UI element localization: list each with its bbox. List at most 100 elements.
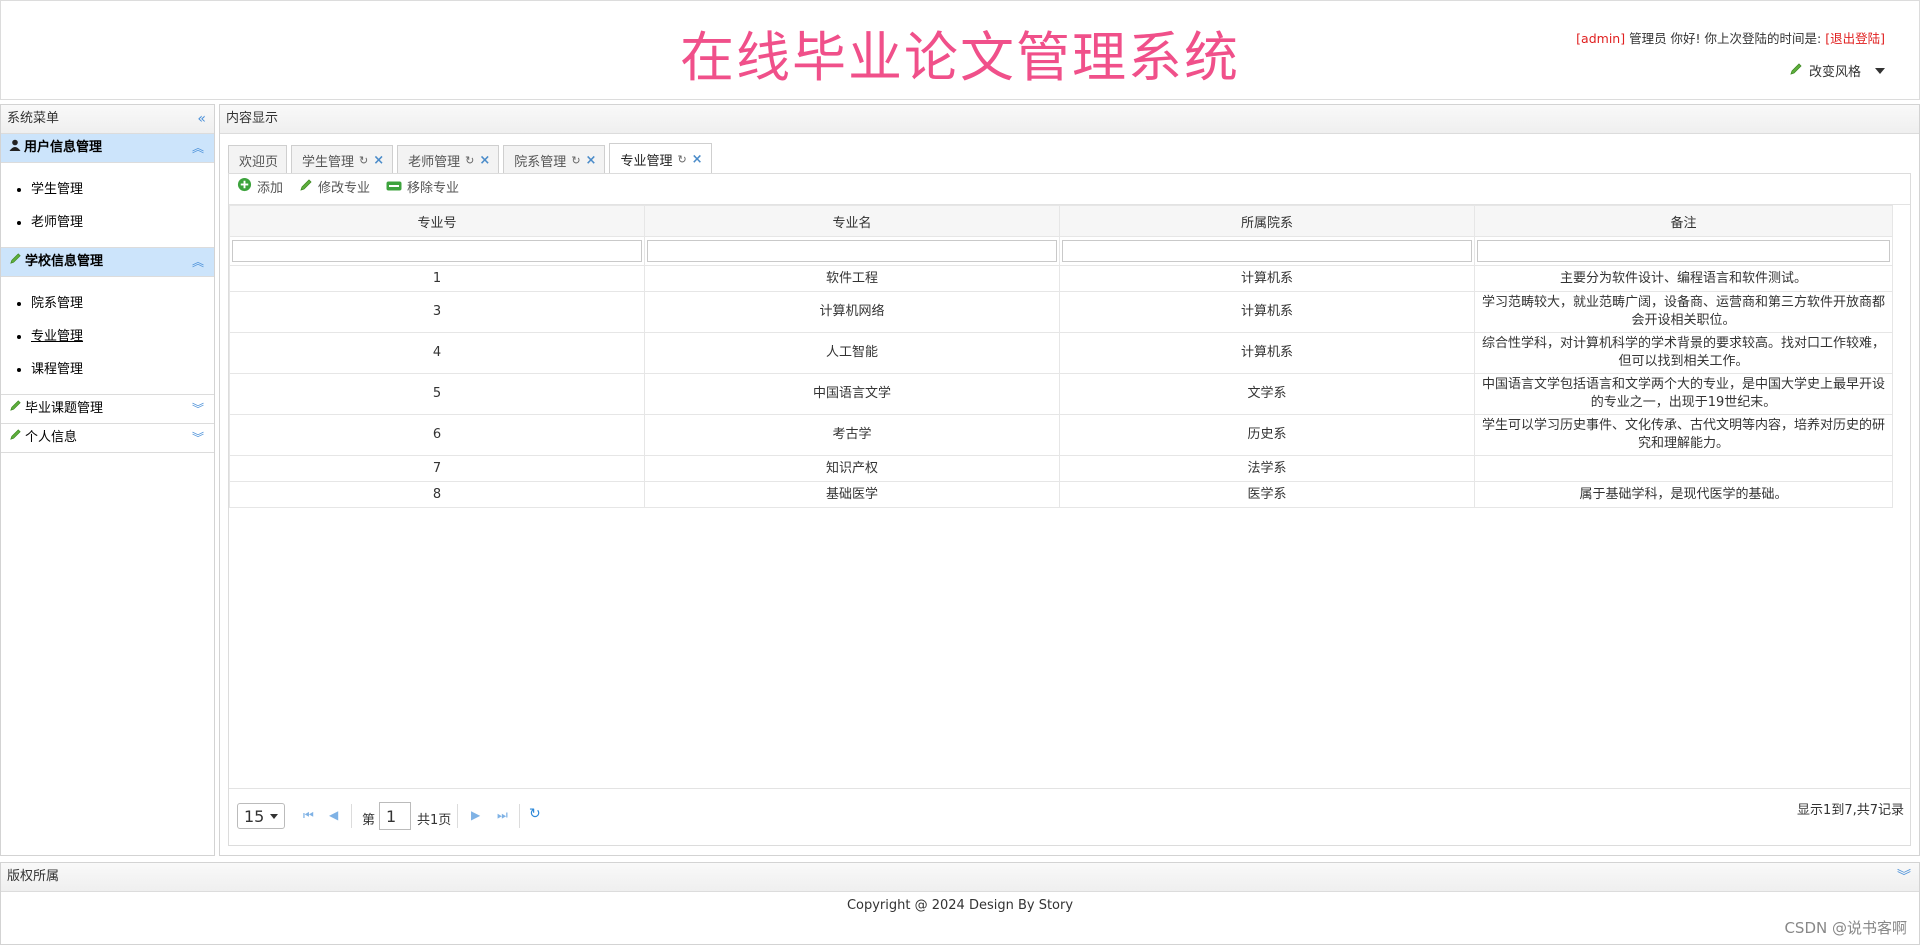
tab-welcome[interactable]: 欢迎页 <box>228 145 288 174</box>
sidebar-title: 系统菜单 <box>7 111 60 126</box>
logout-link[interactable]: [退出登陆] <box>1825 31 1885 46</box>
accordion-graduation-topics[interactable]: 毕业课题管理 ︾ <box>1 395 214 424</box>
page-number-input[interactable]: 1 <box>379 802 411 830</box>
chevron-up-icon[interactable]: ︽ <box>192 248 204 276</box>
accordion-school-info[interactable]: 学校信息管理 ︽ <box>1 248 214 277</box>
table-cell: 3 <box>229 291 645 333</box>
chevron-up-icon[interactable]: ︽ <box>192 134 204 162</box>
major-grid: 添加 修改专业 移除专业 专业号 专业名 所属院系 备注 1 软件工程 计算机系… <box>228 173 1911 846</box>
add-icon <box>237 174 252 204</box>
collapse-down-icon[interactable]: ︾ <box>1897 863 1911 891</box>
table-cell: 学习范畴较大，就业范畴广阔，设备商、运营商和第三方软件开放商都会开设相关职位。 <box>1474 291 1893 333</box>
table-cell: 主要分为软件设计、编程语言和软件测试。 <box>1474 265 1893 292</box>
first-page-icon[interactable]: ⏮ <box>303 808 314 823</box>
column-header[interactable]: 所属院系 <box>1059 205 1475 237</box>
tab-students[interactable]: 学生管理 ↻ × <box>291 145 394 174</box>
refresh-icon[interactable]: ↻ <box>571 154 580 167</box>
next-page-icon[interactable]: ▶ <box>471 808 480 822</box>
table-cell: 中国语言文学包括语言和文学两个大的专业，是中国大学史上最早开设的专业之一，出现于… <box>1474 373 1893 415</box>
table-cell: 计算机系 <box>1059 291 1475 333</box>
tab-majors[interactable]: 专业管理 ↻ × <box>609 143 712 174</box>
table-row[interactable]: 3 计算机网络 计算机系 学习范畴较大，就业范畴广阔，设备商、运营商和第三方软件… <box>229 291 1893 333</box>
tab-bar: 欢迎页 学生管理 ↻ × 老师管理 ↻ × 院系管理 ↻ × 专业管理 ↻ × <box>228 143 716 174</box>
user-icon <box>9 134 21 162</box>
refresh-icon[interactable]: ↻ <box>529 806 541 822</box>
refresh-icon[interactable]: ↻ <box>359 154 368 167</box>
table-row[interactable]: 7 知识产权 法学系 <box>229 455 1893 482</box>
footer-panel: 版权所属 ︾ Copyright @ 2024 Design By Story … <box>0 862 1920 945</box>
table-header-row: 专业号 专业名 所属院系 备注 <box>229 205 1893 237</box>
footer-title: 版权所属 <box>7 869 60 884</box>
close-icon[interactable]: × <box>692 152 703 167</box>
pagination-info: 显示1到7,共7记录 <box>1797 803 1904 818</box>
table-cell: 法学系 <box>1059 455 1475 482</box>
table-row[interactable]: 6 考古学 历史系 学生可以学习历史事件、文化传承、古代文明等内容，培养对历史的… <box>229 414 1893 456</box>
greeting-text: 管理员 你好! 你上次登陆的时间是: <box>1629 31 1822 46</box>
table-cell: 8 <box>229 481 645 508</box>
table-cell: 属于基础学科，是现代医学的基础。 <box>1474 481 1893 508</box>
close-icon[interactable]: × <box>479 153 490 168</box>
chevron-down-icon <box>1875 67 1885 74</box>
sidebar-item-majors[interactable]: 专业管理 <box>31 320 214 353</box>
last-page-icon[interactable]: ⏭ <box>497 808 508 823</box>
sidebar-item-students[interactable]: 学生管理 <box>31 173 214 206</box>
close-icon[interactable]: × <box>373 153 384 168</box>
accordion-label: 个人信息 <box>25 430 78 445</box>
sidebar-item-departments[interactable]: 院系管理 <box>31 287 214 320</box>
filter-input[interactable] <box>1062 240 1472 262</box>
prev-page-icon[interactable]: ◀ <box>329 808 338 822</box>
accordion-personal-info[interactable]: 个人信息 ︾ <box>1 424 214 453</box>
content-title: 内容显示 <box>220 105 1919 134</box>
table-cell: 7 <box>229 455 645 482</box>
table-row[interactable]: 4 人工智能 计算机系 综合性学科，对计算机科学的学术背景的要求较高。找对口工作… <box>229 332 1893 374</box>
table-cell: 中国语言文学 <box>644 373 1060 415</box>
sidebar: 系统菜单 « 用户信息管理 ︽ 学生管理 老师管理 学校信息管理 ︽ 院系管理 … <box>0 104 215 856</box>
remove-icon <box>386 174 402 204</box>
chevron-down-icon[interactable]: ︾ <box>192 424 204 452</box>
change-style-label: 改变风格 <box>1808 65 1861 80</box>
accordion-label: 用户信息管理 <box>24 140 103 155</box>
column-header[interactable]: 备注 <box>1474 205 1893 237</box>
sidebar-item-courses[interactable]: 课程管理 <box>31 353 214 386</box>
tab-teachers[interactable]: 老师管理 ↻ × <box>397 145 500 174</box>
sidebar-item-teachers[interactable]: 老师管理 <box>31 206 214 239</box>
table-row[interactable]: 5 中国语言文学 文学系 中国语言文学包括语言和文学两个大的专业，是中国大学史上… <box>229 373 1893 415</box>
data-table: 专业号 专业名 所属院系 备注 1 软件工程 计算机系 主要分为软件设计、编程语… <box>229 205 1893 508</box>
copyright-text: Copyright @ 2024 Design By Story <box>846 898 1074 913</box>
chevron-down-icon[interactable]: ︾ <box>192 395 204 423</box>
filter-input[interactable] <box>232 240 642 262</box>
sidebar-header: 系统菜单 « <box>1 105 214 134</box>
remove-major-button[interactable]: 移除专业 <box>386 174 459 204</box>
table-cell: 1 <box>229 265 645 292</box>
close-icon[interactable]: × <box>586 153 597 168</box>
edit-major-button[interactable]: 修改专业 <box>299 174 370 204</box>
filter-row <box>229 236 1893 266</box>
table-cell: 人工智能 <box>644 332 1060 374</box>
add-button[interactable]: 添加 <box>237 174 283 204</box>
pencil-icon <box>9 395 22 423</box>
pencil-icon <box>9 248 22 276</box>
filter-input[interactable] <box>647 240 1057 262</box>
collapse-left-icon[interactable]: « <box>197 105 206 133</box>
refresh-icon[interactable]: ↻ <box>677 153 686 166</box>
table-cell: 计算机网络 <box>644 291 1060 333</box>
column-header[interactable]: 专业名 <box>644 205 1060 237</box>
refresh-icon[interactable]: ↻ <box>465 154 474 167</box>
page-size-select[interactable]: 15 <box>237 803 285 829</box>
tab-departments[interactable]: 院系管理 ↻ × <box>503 145 606 174</box>
table-row[interactable]: 8 基础医学 医学系 属于基础学科，是现代医学的基础。 <box>229 481 1893 508</box>
grid-toolbar: 添加 修改专业 移除专业 <box>229 174 1910 205</box>
column-header[interactable]: 专业号 <box>229 205 645 237</box>
watermark-text: CSDN @说书客啊 <box>1784 919 1907 937</box>
change-style-menu[interactable]: 改变风格 <box>1789 61 1885 80</box>
table-cell: 文学系 <box>1059 373 1475 415</box>
table-cell: 学生可以学习历史事件、文化传承、古代文明等内容，培养对历史的研究和理解能力。 <box>1474 414 1893 456</box>
table-cell: 综合性学科，对计算机科学的学术背景的要求较高。找对口工作较难，但可以找到相关工作… <box>1474 332 1893 374</box>
table-cell <box>1474 455 1893 482</box>
table-row[interactable]: 1 软件工程 计算机系 主要分为软件设计、编程语言和软件测试。 <box>229 265 1893 292</box>
table-cell: 软件工程 <box>644 265 1060 292</box>
header: 在线毕业论文管理系统 [admin] 管理员 你好! 你上次登陆的时间是: [退… <box>0 0 1920 100</box>
accordion-user-info[interactable]: 用户信息管理 ︽ <box>1 134 214 163</box>
page-total: 共1页 <box>417 813 452 828</box>
filter-input[interactable] <box>1477 240 1890 262</box>
